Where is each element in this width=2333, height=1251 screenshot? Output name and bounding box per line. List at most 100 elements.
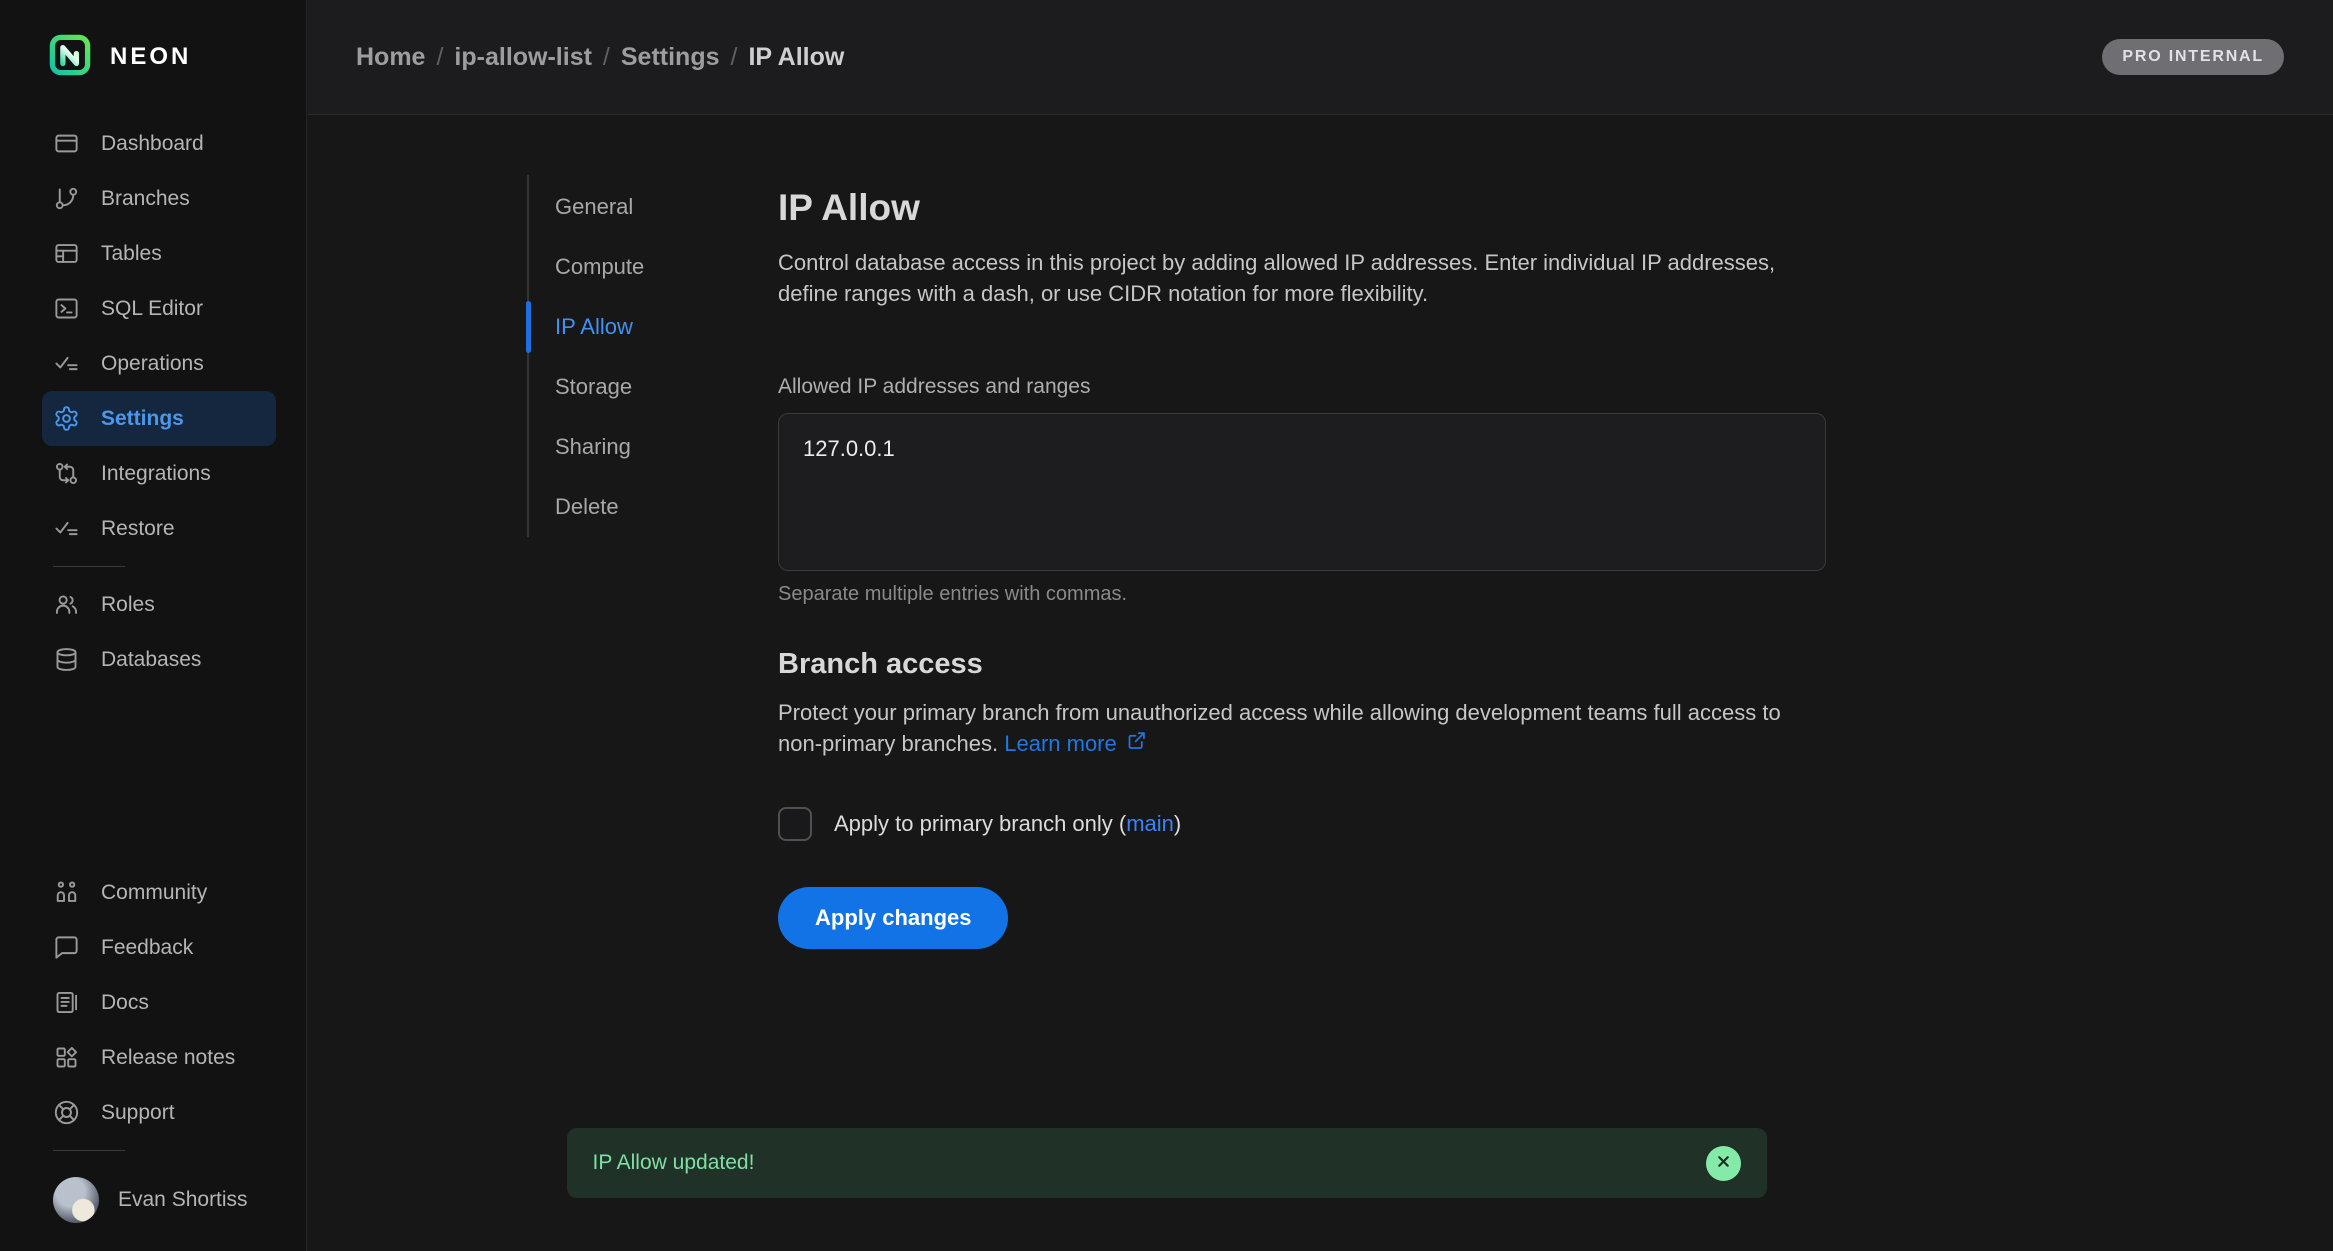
operations-icon — [53, 350, 80, 377]
sidebar: NEON Dashboard Branches Tables — [0, 0, 307, 1251]
tables-icon — [53, 240, 80, 267]
brand-wordmark: NEON — [110, 43, 191, 71]
sidebar-item-branches[interactable]: Branches — [42, 171, 276, 226]
page-title: IP Allow — [778, 187, 1826, 229]
topbar: Home / ip-allow-list / Settings / IP All… — [308, 0, 2333, 115]
sql-editor-icon — [53, 295, 80, 322]
sidebar-spacer — [0, 687, 306, 865]
breadcrumb-separator: / — [436, 43, 443, 72]
sidebar-item-label: Branches — [101, 187, 190, 211]
user-name: Evan Shortiss — [118, 1188, 248, 1212]
sidebar-item-community[interactable]: Community — [42, 865, 276, 920]
branch-access-description: Protect your primary branch from unautho… — [778, 697, 1798, 759]
sidebar-item-release-notes[interactable]: Release notes — [42, 1030, 276, 1085]
sidebar-divider — [53, 566, 125, 567]
sidebar-item-label: Release notes — [101, 1046, 235, 1070]
toast-close-button[interactable] — [1706, 1146, 1741, 1181]
checkbox-label-suffix: ) — [1174, 811, 1181, 836]
plan-badge: PRO INTERNAL — [2102, 39, 2284, 75]
branch-access-description-text: Protect your primary branch from unautho… — [778, 700, 1781, 756]
user-menu[interactable]: Evan Shortiss — [42, 1177, 306, 1223]
databases-icon — [53, 646, 80, 673]
settings-tab-ip-allow[interactable]: IP Allow — [529, 297, 778, 357]
main-content: General Compute IP Allow Storage Sharing… — [308, 116, 2333, 1251]
ip-field-label: Allowed IP addresses and ranges — [778, 375, 1826, 399]
dashboard-icon — [53, 130, 80, 157]
settings-gear-icon — [53, 405, 80, 432]
sidebar-item-restore[interactable]: Restore — [42, 501, 276, 556]
sidebar-item-docs[interactable]: Docs — [42, 975, 276, 1030]
ip-field-helper: Separate multiple entries with commas. — [778, 583, 1826, 606]
settings-tab-general[interactable]: General — [529, 177, 778, 237]
sidebar-item-sql-editor[interactable]: SQL Editor — [42, 281, 276, 336]
settings-tab-storage[interactable]: Storage — [529, 357, 778, 417]
primary-branch-checkbox[interactable] — [778, 807, 812, 841]
sidebar-item-settings[interactable]: Settings — [42, 391, 276, 446]
restore-icon — [53, 515, 80, 542]
breadcrumb-current-page: IP Allow — [748, 43, 844, 72]
external-link-icon — [1126, 728, 1147, 759]
success-toast: IP Allow updated! — [567, 1128, 1767, 1198]
branch-name-link[interactable]: main — [1126, 811, 1174, 836]
breadcrumb-home[interactable]: Home — [356, 43, 425, 72]
apply-changes-button[interactable]: Apply changes — [778, 887, 1008, 949]
release-notes-icon — [53, 1044, 80, 1071]
roles-icon — [53, 591, 80, 618]
docs-icon — [53, 989, 80, 1016]
support-icon — [53, 1099, 80, 1126]
sidebar-item-operations[interactable]: Operations — [42, 336, 276, 391]
settings-tab-compute[interactable]: Compute — [529, 237, 778, 297]
breadcrumb-settings[interactable]: Settings — [621, 43, 720, 72]
toast-message: IP Allow updated! — [593, 1151, 755, 1175]
primary-branch-checkbox-row: Apply to primary branch only (main) — [778, 807, 1826, 841]
sidebar-item-label: Feedback — [101, 936, 193, 960]
sidebar-item-label: Dashboard — [101, 132, 204, 156]
user-avatar — [53, 1177, 99, 1223]
ip-allow-panel: IP Allow Control database access in this… — [778, 175, 1826, 1251]
sidebar-item-label: Restore — [101, 517, 175, 541]
breadcrumb-separator: / — [731, 43, 738, 72]
sidebar-item-integrations[interactable]: Integrations — [42, 446, 276, 501]
brand-logo[interactable]: NEON — [48, 34, 306, 80]
sidebar-item-label: Community — [101, 881, 207, 905]
integrations-icon — [53, 460, 80, 487]
sidebar-item-databases[interactable]: Databases — [42, 632, 276, 687]
sidebar-item-label: Tables — [101, 242, 162, 266]
sidebar-divider — [53, 1150, 125, 1151]
page-description: Control database access in this project … — [778, 247, 1798, 309]
sidebar-item-label: Databases — [101, 648, 201, 672]
branches-icon — [53, 185, 80, 212]
sidebar-item-support[interactable]: Support — [42, 1085, 276, 1140]
ip-addresses-textarea[interactable]: 127.0.0.1 — [778, 413, 1826, 571]
breadcrumb-separator: / — [603, 43, 610, 72]
sidebar-item-label: Operations — [101, 352, 204, 376]
sidebar-nav-workspace: Roles Databases — [0, 577, 306, 687]
neon-logomark-icon — [48, 33, 92, 82]
breadcrumb-project[interactable]: ip-allow-list — [454, 43, 592, 72]
sidebar-item-label: SQL Editor — [101, 297, 203, 321]
sidebar-item-label: Integrations — [101, 462, 211, 486]
checkbox-label-prefix: Apply to primary branch only ( — [834, 811, 1126, 836]
settings-subnav: General Compute IP Allow Storage Sharing… — [527, 175, 778, 537]
breadcrumb: Home / ip-allow-list / Settings / IP All… — [356, 43, 844, 72]
sidebar-item-dashboard[interactable]: Dashboard — [42, 116, 276, 171]
settings-tab-sharing[interactable]: Sharing — [529, 417, 778, 477]
branch-access-title: Branch access — [778, 648, 1826, 681]
sidebar-item-label: Settings — [101, 407, 184, 431]
x-icon — [1715, 1153, 1732, 1173]
app-root: NEON Dashboard Branches Tables — [0, 0, 2333, 1251]
sidebar-item-label: Docs — [101, 991, 149, 1015]
sidebar-item-roles[interactable]: Roles — [42, 577, 276, 632]
feedback-icon — [53, 934, 80, 961]
sidebar-item-label: Roles — [101, 593, 155, 617]
primary-branch-checkbox-label: Apply to primary branch only (main) — [834, 811, 1181, 837]
sidebar-item-feedback[interactable]: Feedback — [42, 920, 276, 975]
community-icon — [53, 879, 80, 906]
sidebar-item-label: Support — [101, 1101, 175, 1125]
settings-tab-delete[interactable]: Delete — [529, 477, 778, 537]
learn-more-link[interactable]: Learn more — [1004, 728, 1147, 759]
sidebar-nav-footer: Community Feedback Docs Release notes — [0, 865, 306, 1140]
sidebar-nav-main: Dashboard Branches Tables SQL Editor — [0, 116, 306, 556]
learn-more-label: Learn more — [1004, 728, 1117, 759]
sidebar-item-tables[interactable]: Tables — [42, 226, 276, 281]
